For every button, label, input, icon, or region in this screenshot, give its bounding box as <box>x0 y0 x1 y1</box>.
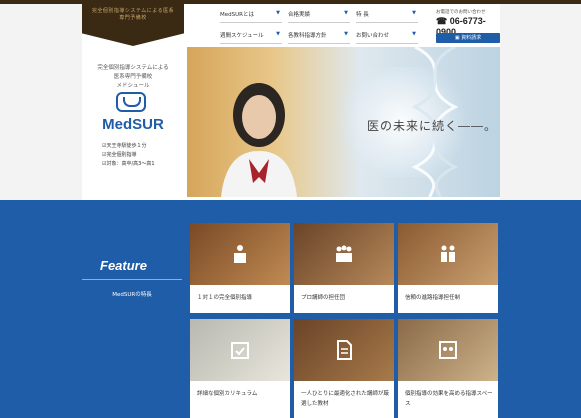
feature-card[interactable]: 個別指導の効果を高める指導スペース <box>398 319 498 418</box>
divider <box>82 279 182 280</box>
sidebar-feature-item: 対象：高卒/高3〜高1 <box>102 160 182 169</box>
logo-banner-text: 完全個別指導システムによる医系専門予備校 <box>91 8 175 21</box>
nav-item-features[interactable]: 特 長 ▼ <box>356 10 418 23</box>
chevron-down-icon: ▼ <box>412 31 416 37</box>
nav-item-results[interactable]: 合格実績 ▼ <box>288 10 350 23</box>
nav-item-label: お問い合わせ <box>356 33 390 39</box>
hero-tagline: 医の未来に続く――。 <box>367 119 498 133</box>
feature-card-label: 一人ひとりに最適化された講師が厳選した教材 <box>301 391 389 407</box>
feature-subtitle: MedSURの特長 <box>112 292 152 298</box>
tagline-line-1: 完全個別指導システムによる <box>97 65 169 71</box>
sidebar-features-list: 天王寺駅徒歩１分 完全個別指導 対象：高卒/高3〜高1 <box>102 142 182 169</box>
chevron-down-icon: ▼ <box>344 31 348 37</box>
feature-card[interactable]: 詳細な個別カリキュラム <box>190 319 290 418</box>
nav-item-label: MedSURとは <box>220 12 254 18</box>
feature-card-label: １対１の完全個別指導 <box>197 295 253 301</box>
card-photo <box>398 319 498 381</box>
nav-item-label: 特 長 <box>356 12 369 18</box>
feature-card[interactable]: 信頼の進路指導担任制 <box>398 223 498 313</box>
calendar-icon <box>231 342 249 359</box>
nav-item-label: 週間スケジュール <box>220 33 264 39</box>
tagline-line-3: メドシュール <box>116 83 150 89</box>
chevron-down-icon: ▼ <box>412 10 416 16</box>
one-on-one-icon <box>234 245 246 263</box>
card-photo <box>294 223 394 285</box>
feature-title: Feature <box>100 258 147 273</box>
tagline: 完全個別指導システムによる 医系専門予備校 メドシュール <box>86 64 180 91</box>
nav-item-label: 各教科指導方針 <box>288 33 327 39</box>
hero-banner: 医の未来に続く――。 <box>187 47 500 197</box>
student-photo <box>221 83 297 197</box>
logo-icon[interactable] <box>116 92 146 112</box>
study-booth-icon <box>439 341 457 359</box>
feature-card[interactable]: １対１の完全個別指導 <box>190 223 290 313</box>
feature-card[interactable]: 一人ひとりに最適化された講師が厳選した教材 <box>294 319 394 418</box>
nav-item-schedule[interactable]: 週間スケジュール ▼ <box>220 31 282 44</box>
nav-item-label: 合格実績 <box>288 12 311 18</box>
chevron-down-icon: ▼ <box>344 10 348 16</box>
card-photo <box>190 319 290 381</box>
sidebar-feature-item: 天王寺駅徒歩１分 <box>102 142 182 151</box>
contact-label: お電話でのお問い合わせ <box>436 10 486 15</box>
sidebar-feature-item: 完全個別指導 <box>102 151 182 160</box>
document-icon <box>337 340 352 360</box>
sidebar: 完全個別指導システムによる医系専門予備校 完全個別指導システムによる 医系専門予… <box>82 4 184 200</box>
feature-card[interactable]: プロ講師の担任団 <box>294 223 394 313</box>
request-materials-button[interactable]: ▣ 資料請求 <box>436 33 500 43</box>
chevron-down-icon: ▼ <box>276 31 280 37</box>
phone-icon: ☎ <box>436 16 448 26</box>
nav-item-about[interactable]: MedSURとは ▼ <box>220 10 282 23</box>
feature-card-label: プロ講師の担任団 <box>301 295 346 301</box>
feature-card-label: 詳細な個別カリキュラム <box>197 391 258 397</box>
document-icon: ▣ <box>454 35 460 41</box>
mentor-icon <box>441 245 455 262</box>
teachers-group-icon <box>336 245 352 262</box>
chevron-down-icon: ▼ <box>276 10 280 16</box>
request-materials-label: 資料請求 <box>461 35 482 41</box>
logo-text[interactable]: MedSUR <box>82 116 184 133</box>
card-photo <box>190 223 290 285</box>
card-photo <box>294 319 394 381</box>
card-photo <box>398 223 498 285</box>
feature-card-label: 個別指導の効果を高める指導スペース <box>405 391 493 407</box>
nav-item-policy[interactable]: 各教科指導方針 ▼ <box>288 31 350 44</box>
logo-banner: 完全個別指導システムによる医系専門予備校 <box>82 4 184 46</box>
feature-card-label: 信頼の進路指導担任制 <box>405 295 461 301</box>
nav-item-contact[interactable]: お問い合わせ ▼ <box>356 31 418 44</box>
tagline-line-2: 医系専門予備校 <box>113 74 153 80</box>
